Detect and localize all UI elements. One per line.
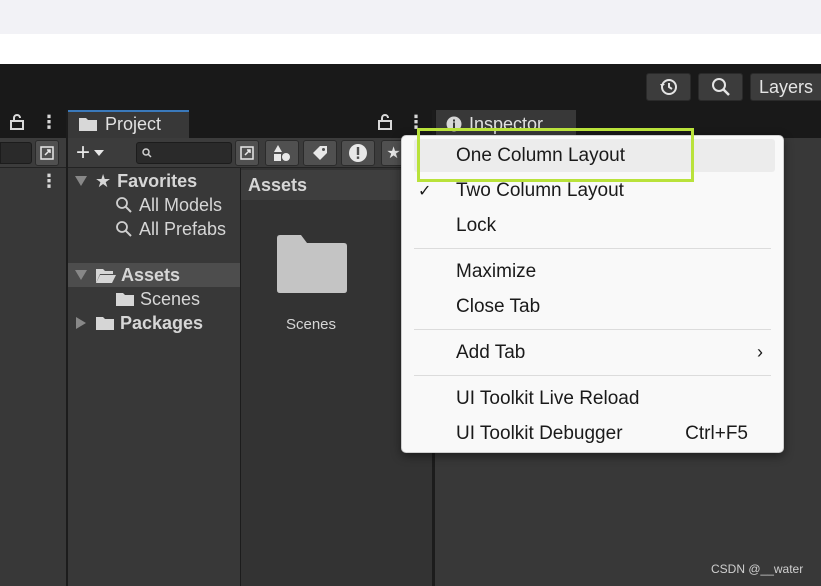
browser-top-strip bbox=[0, 0, 821, 34]
star-icon: ★ bbox=[95, 170, 112, 191]
expand-arrow-down-icon bbox=[75, 176, 87, 186]
menu-separator bbox=[414, 375, 771, 376]
left-expand-button[interactable] bbox=[35, 140, 59, 166]
alert-icon bbox=[349, 144, 367, 162]
menu-item-shortcut: Ctrl+F5 bbox=[685, 422, 748, 444]
breadcrumb-label: Assets bbox=[248, 174, 308, 195]
layers-dropdown[interactable]: Layers bbox=[750, 73, 821, 101]
asset-item-label: Scenes bbox=[285, 316, 337, 333]
menu-separator bbox=[414, 248, 771, 249]
tree-label: Assets bbox=[121, 264, 181, 285]
menu-item-label: Two Column Layout bbox=[456, 179, 624, 201]
tree-label: All Models bbox=[139, 194, 223, 215]
expand-icon bbox=[40, 146, 54, 160]
menu-item-label: UI Toolkit Debugger bbox=[456, 422, 623, 444]
search-by-label-button[interactable] bbox=[303, 140, 337, 166]
menu-item-lock[interactable]: Lock bbox=[402, 209, 783, 242]
chevron-right-icon: › bbox=[757, 342, 763, 362]
search-button[interactable] bbox=[698, 73, 743, 101]
search-small-icon bbox=[142, 148, 152, 158]
folder-large-icon bbox=[277, 235, 347, 293]
annotation-highlight-box bbox=[417, 128, 694, 182]
menu-item-label: Add Tab bbox=[456, 341, 526, 363]
menu-item-close-tab[interactable]: Close Tab bbox=[402, 290, 783, 323]
folder-open-icon bbox=[96, 268, 116, 283]
search-icon bbox=[116, 221, 132, 237]
watermark: CSDN @__water bbox=[711, 562, 804, 576]
menu-item-label: Maximize bbox=[456, 260, 537, 282]
chevron-down-icon bbox=[94, 150, 105, 156]
project-search-input[interactable] bbox=[136, 142, 232, 164]
menu-item-maximize[interactable]: Maximize bbox=[402, 255, 783, 288]
tree-label: Packages bbox=[120, 312, 204, 333]
history-button[interactable] bbox=[646, 73, 691, 101]
search-icon bbox=[116, 197, 132, 213]
tree-item-favorites[interactable]: ★ Favorites bbox=[68, 169, 240, 193]
menu-item-ui-toolkit-live-reload[interactable]: UI Toolkit Live Reload bbox=[402, 382, 783, 415]
tree-item-assets[interactable]: Assets bbox=[68, 263, 240, 287]
left-search-input[interactable] bbox=[0, 142, 32, 164]
project-expand-button[interactable] bbox=[235, 140, 259, 166]
menu-item-label: UI Toolkit Live Reload bbox=[456, 387, 640, 409]
history-icon bbox=[659, 79, 677, 95]
checkmark-icon: ✓ bbox=[418, 182, 432, 200]
left-lock-icon[interactable] bbox=[10, 114, 24, 135]
tab-active-accent bbox=[68, 110, 189, 112]
log-warnings-button[interactable] bbox=[341, 140, 375, 166]
menu-separator bbox=[414, 329, 771, 330]
tree-item-scenes[interactable]: Scenes bbox=[68, 287, 240, 311]
search-by-type-button[interactable] bbox=[265, 140, 299, 166]
menu-item-label: Lock bbox=[456, 214, 497, 236]
menu-item-ui-toolkit-debugger[interactable]: UI Toolkit Debugger Ctrl+F5 bbox=[402, 417, 783, 450]
left-panel-sub-menu-icon[interactable]: ⋮ bbox=[40, 172, 58, 190]
layers-label: Layers bbox=[758, 76, 814, 97]
create-dropdown[interactable]: + bbox=[76, 140, 118, 166]
menu-item-add-tab[interactable]: Add Tab › bbox=[402, 336, 783, 369]
folder-icon bbox=[79, 118, 97, 131]
folder-icon bbox=[96, 317, 114, 330]
asset-item-scenes[interactable]: Scenes bbox=[266, 228, 356, 338]
tree-item-all-prefabs[interactable]: All Prefabs bbox=[68, 217, 240, 241]
star-icon: ★ bbox=[386, 145, 401, 162]
tree-label: All Prefabs bbox=[139, 218, 227, 239]
shapes-icon bbox=[274, 145, 290, 161]
expand-arrow-down-icon bbox=[75, 270, 87, 280]
tab-project-label: Project bbox=[105, 113, 162, 134]
project-lock-icon[interactable] bbox=[378, 114, 392, 135]
tree-item-packages[interactable]: Packages bbox=[68, 311, 240, 335]
tree-label: Scenes bbox=[140, 288, 201, 309]
browser-white-strip bbox=[0, 34, 821, 64]
expand-icon bbox=[240, 146, 254, 160]
expand-arrow-right-icon bbox=[76, 317, 86, 329]
menu-item-label: Close Tab bbox=[456, 295, 541, 317]
tree-item-all-models[interactable]: All Models bbox=[68, 193, 240, 217]
plus-icon: + bbox=[76, 139, 91, 166]
tag-icon bbox=[313, 146, 327, 160]
tab-project[interactable]: Project bbox=[68, 110, 189, 138]
search-icon bbox=[711, 78, 730, 96]
tree-label: Favorites bbox=[117, 170, 198, 191]
left-panel-menu-icon[interactable]: ⋮ bbox=[40, 113, 58, 131]
folder-icon bbox=[116, 293, 134, 306]
